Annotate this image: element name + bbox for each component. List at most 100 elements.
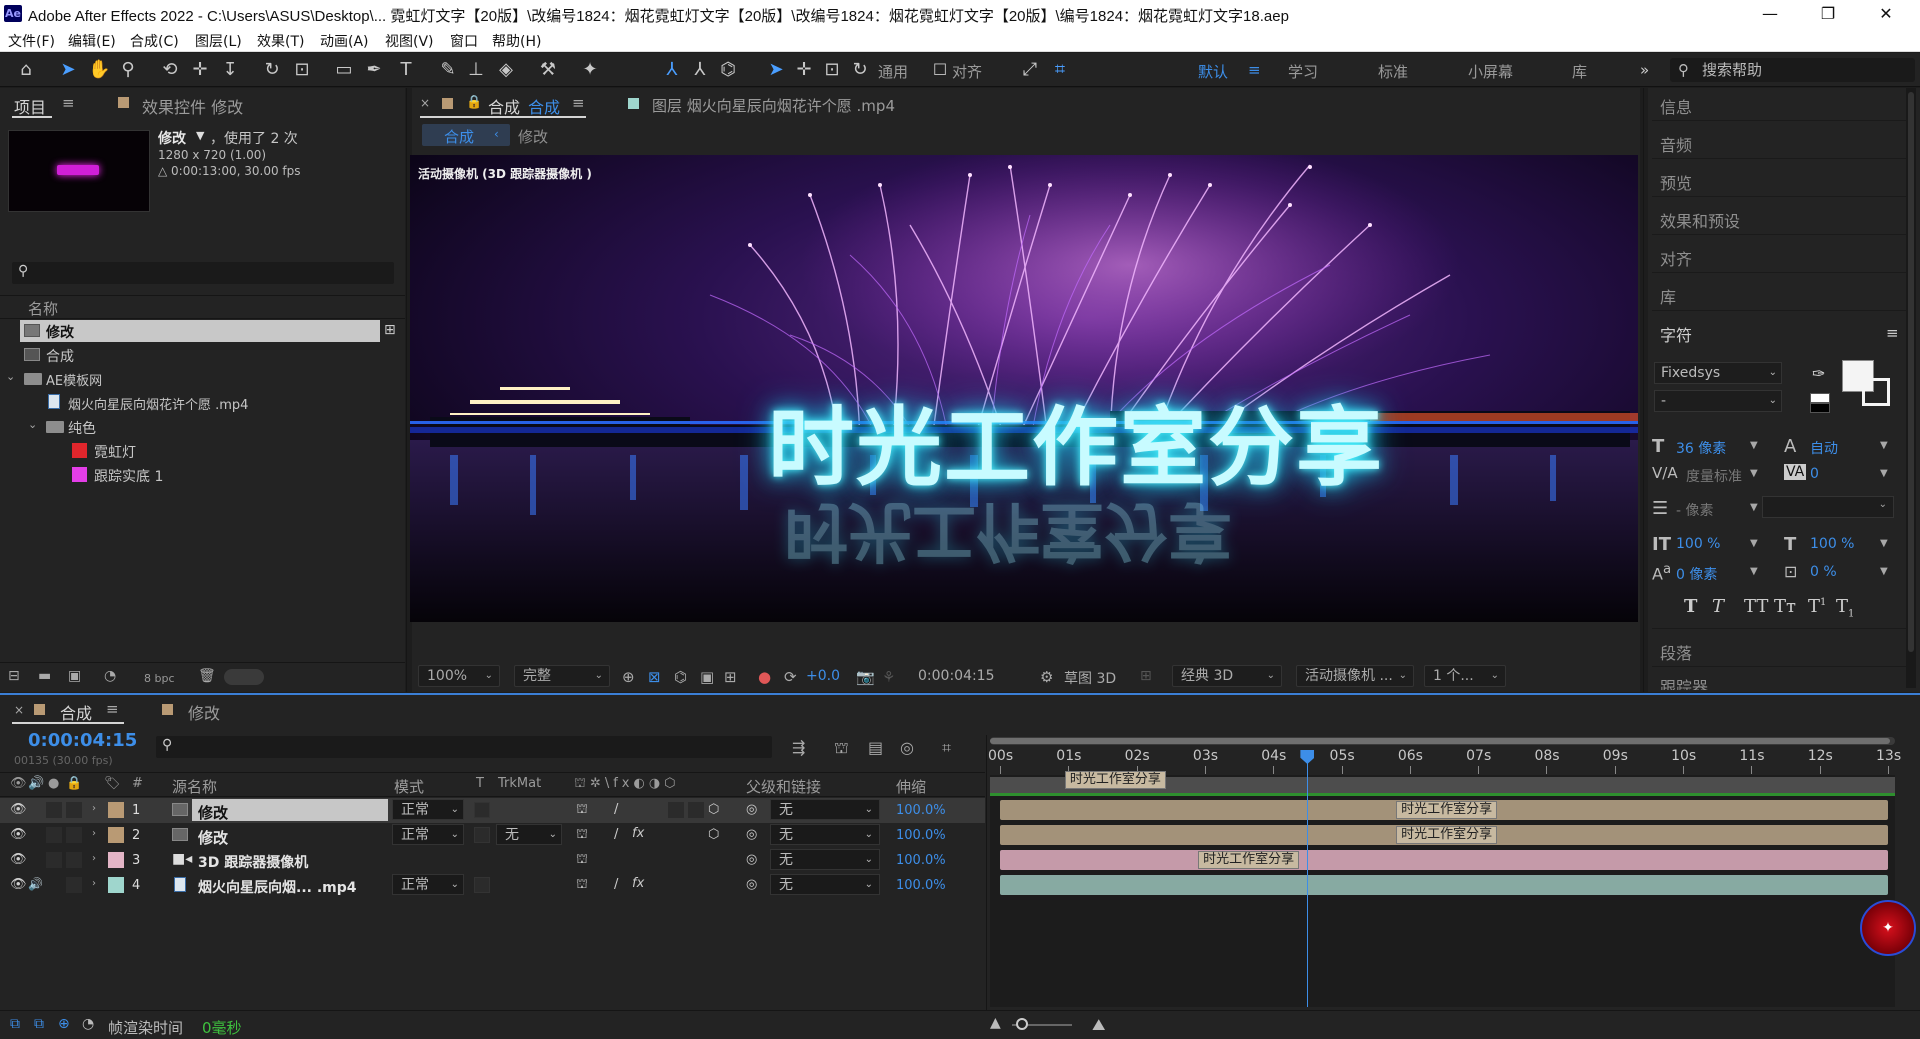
tsume-value[interactable]: 0 % xyxy=(1810,564,1837,580)
zoom-slider-thumb[interactable] xyxy=(1016,1018,1028,1030)
blend-mode-select[interactable]: 正常 ⌄ xyxy=(392,824,464,845)
font-size-value[interactable]: 36 像素 xyxy=(1676,438,1726,458)
menu-layer[interactable]: 图层(L) xyxy=(195,31,242,51)
solo-switch[interactable] xyxy=(46,852,62,868)
in-out-toggle-icon[interactable]: ⊕ xyxy=(58,1016,70,1032)
breadcrumb-comp[interactable]: 合成 xyxy=(444,126,474,147)
minimize-button[interactable]: — xyxy=(1742,0,1798,28)
selection-tool-icon[interactable]: ➤ xyxy=(58,59,78,81)
lock-icon[interactable]: 🔒 xyxy=(466,95,482,110)
menu-effect[interactable]: 效果(T) xyxy=(257,31,304,51)
brush-tool-icon[interactable]: ✎ xyxy=(438,59,458,81)
time-navigator-range[interactable] xyxy=(990,738,1890,744)
views-select[interactable]: 1 个... ⌄ xyxy=(1424,665,1506,687)
rotate-tool-icon[interactable]: ↻ xyxy=(262,59,282,81)
universal-select-icon[interactable]: ➤ xyxy=(766,59,786,81)
workspace-menu-icon[interactable]: ≡ xyxy=(1248,61,1261,79)
hand-tool-icon[interactable]: ✋ xyxy=(88,59,110,81)
tab-layer[interactable]: 图层 烟火向星辰向烟花许个愿 .mp4 xyxy=(652,95,895,116)
new-composition-icon[interactable]: ▣ xyxy=(68,668,81,684)
chevron-right-icon[interactable]: › xyxy=(92,878,96,889)
horizontal-scale-value[interactable]: 100 % xyxy=(1810,536,1854,552)
panel-align[interactable]: 对齐 xyxy=(1660,246,1692,270)
project-settings-icon[interactable]: ◔ xyxy=(104,668,116,684)
trash-icon[interactable]: 🗑 xyxy=(198,668,216,684)
chevron-down-icon[interactable]: ▼ xyxy=(1750,468,1758,479)
flowchart-icon[interactable]: ⊞ xyxy=(384,322,396,338)
faux-bold-icon[interactable]: T xyxy=(1684,596,1697,617)
layer-label-color[interactable] xyxy=(108,827,124,843)
snapping-grid-icon[interactable]: ⌗ xyxy=(1050,59,1070,81)
list-item-selected-bg[interactable] xyxy=(20,320,380,342)
timeline-current-time[interactable]: 0:00:04:15 xyxy=(28,730,137,751)
layer-label-color[interactable] xyxy=(108,802,124,818)
effects-switch-icon[interactable]: fx xyxy=(632,826,644,841)
extended-viewer-icon[interactable]: ⊞ xyxy=(1140,668,1152,684)
workspace-default[interactable]: 默认 xyxy=(1198,61,1228,82)
composition-canvas[interactable]: 活动摄像机 (3D 跟踪器摄像机 ) 时光工作室分享 时光工作室分享 xyxy=(410,155,1638,622)
pan-camera-icon[interactable]: ✛ xyxy=(190,59,210,81)
panel-audio[interactable]: 音频 xyxy=(1660,132,1692,156)
all-caps-icon[interactable]: TT xyxy=(1744,596,1768,617)
superscript-icon[interactable]: T1 xyxy=(1808,596,1826,617)
panel-effects-presets[interactable]: 效果和预设 xyxy=(1660,208,1740,232)
layer-duration-bar[interactable] xyxy=(1000,850,1888,870)
chevron-down-icon[interactable]: ▼ xyxy=(1880,538,1888,549)
menu-help[interactable]: 帮助(H) xyxy=(492,31,541,51)
shy-switch-icon[interactable]: ⛫ xyxy=(576,802,588,819)
tab-timeline-modify[interactable]: 修改 xyxy=(188,700,220,724)
chevron-down-icon[interactable]: ⌄ xyxy=(28,418,37,431)
chevron-down-icon[interactable]: ▼ xyxy=(1750,440,1758,451)
stroke-width-value[interactable]: - 像素 xyxy=(1676,500,1714,520)
chevron-down-icon[interactable]: ▼ xyxy=(1880,566,1888,577)
lock-switch[interactable] xyxy=(66,877,82,893)
zoom-out-icon[interactable]: ▲ xyxy=(990,1015,1001,1031)
panel-preview[interactable]: 预览 xyxy=(1660,170,1692,194)
align-checkbox-icon[interactable]: ☐ xyxy=(930,59,950,81)
panel-paragraph[interactable]: 段落 xyxy=(1660,640,1692,664)
solo-switch[interactable] xyxy=(46,827,62,843)
layer-marker[interactable]: 时光工作室分享 xyxy=(1198,851,1300,869)
preserve-transparency-checkbox[interactable] xyxy=(474,877,490,893)
grid-guides-icon[interactable]: ⊞ xyxy=(724,668,737,686)
project-item-name[interactable]: 烟火向星辰向烟花许个愿 .mp4 xyxy=(68,394,248,413)
menu-animation[interactable]: 动画(A) xyxy=(320,31,369,51)
mask-visibility-icon[interactable]: ⌬ xyxy=(674,668,687,686)
shy-switch-icon[interactable]: ⛫ xyxy=(576,852,588,869)
chevron-down-icon[interactable]: ▼ xyxy=(196,129,204,142)
layer-duration-bar[interactable] xyxy=(1000,875,1888,895)
blend-mode-select[interactable]: 正常 ⌄ xyxy=(392,799,464,820)
eye-icon[interactable]: 👁 xyxy=(10,877,27,892)
source-name-header[interactable]: 源名称 xyxy=(172,776,217,797)
comp-marker[interactable]: 时光工作室分享 xyxy=(1064,771,1166,789)
font-family-select[interactable]: Fixedsys ⌄ xyxy=(1654,362,1782,384)
quality-switch-icon[interactable]: / xyxy=(614,827,618,842)
draft-3d-icon[interactable]: ⚙ xyxy=(1040,668,1053,686)
interpret-footage-icon[interactable]: ⊟ xyxy=(8,668,20,684)
quality-switch-icon[interactable]: / xyxy=(614,877,618,892)
project-item-name[interactable]: 合成 xyxy=(46,346,74,366)
project-item-name[interactable]: 修改 xyxy=(46,322,74,342)
effects-switch-icon[interactable]: fx xyxy=(632,876,644,891)
chevron-right-icon[interactable]: › xyxy=(92,828,96,839)
panel-menu-icon[interactable]: ≡ xyxy=(572,94,585,112)
pick-whip-icon[interactable]: ◎ xyxy=(746,852,757,867)
renderer-select[interactable]: 经典 3D ⌄ xyxy=(1172,665,1282,687)
vertical-scale-value[interactable]: 100 % xyxy=(1676,536,1720,552)
move-icon[interactable]: ✛ xyxy=(794,59,814,81)
pick-whip-icon[interactable]: ◎ xyxy=(746,827,757,842)
fast-preview-icon[interactable]: ⊕ xyxy=(622,668,635,686)
snapshot-icon[interactable]: 📷 xyxy=(856,668,875,686)
transparency-grid-icon[interactable]: ⊠ xyxy=(648,668,661,686)
chevron-down-icon[interactable]: ⌄ xyxy=(6,370,15,383)
chevron-right-icon[interactable]: › xyxy=(92,803,96,814)
world-axis-icon[interactable]: ⅄ xyxy=(690,59,710,81)
kerning-value[interactable]: 度量标准 xyxy=(1686,466,1742,486)
project-item-name[interactable]: 纯色 xyxy=(68,418,96,438)
home-icon[interactable]: ⌂ xyxy=(16,59,36,81)
layer-name[interactable]: 3D 跟踪器摄像机 xyxy=(198,852,308,872)
leading-value[interactable]: 自动 xyxy=(1810,438,1838,458)
maximize-button[interactable]: ❐ xyxy=(1800,0,1856,28)
3d-layer-icon[interactable]: ⬡ xyxy=(708,802,719,817)
motion-blur-switch[interactable] xyxy=(668,802,684,818)
